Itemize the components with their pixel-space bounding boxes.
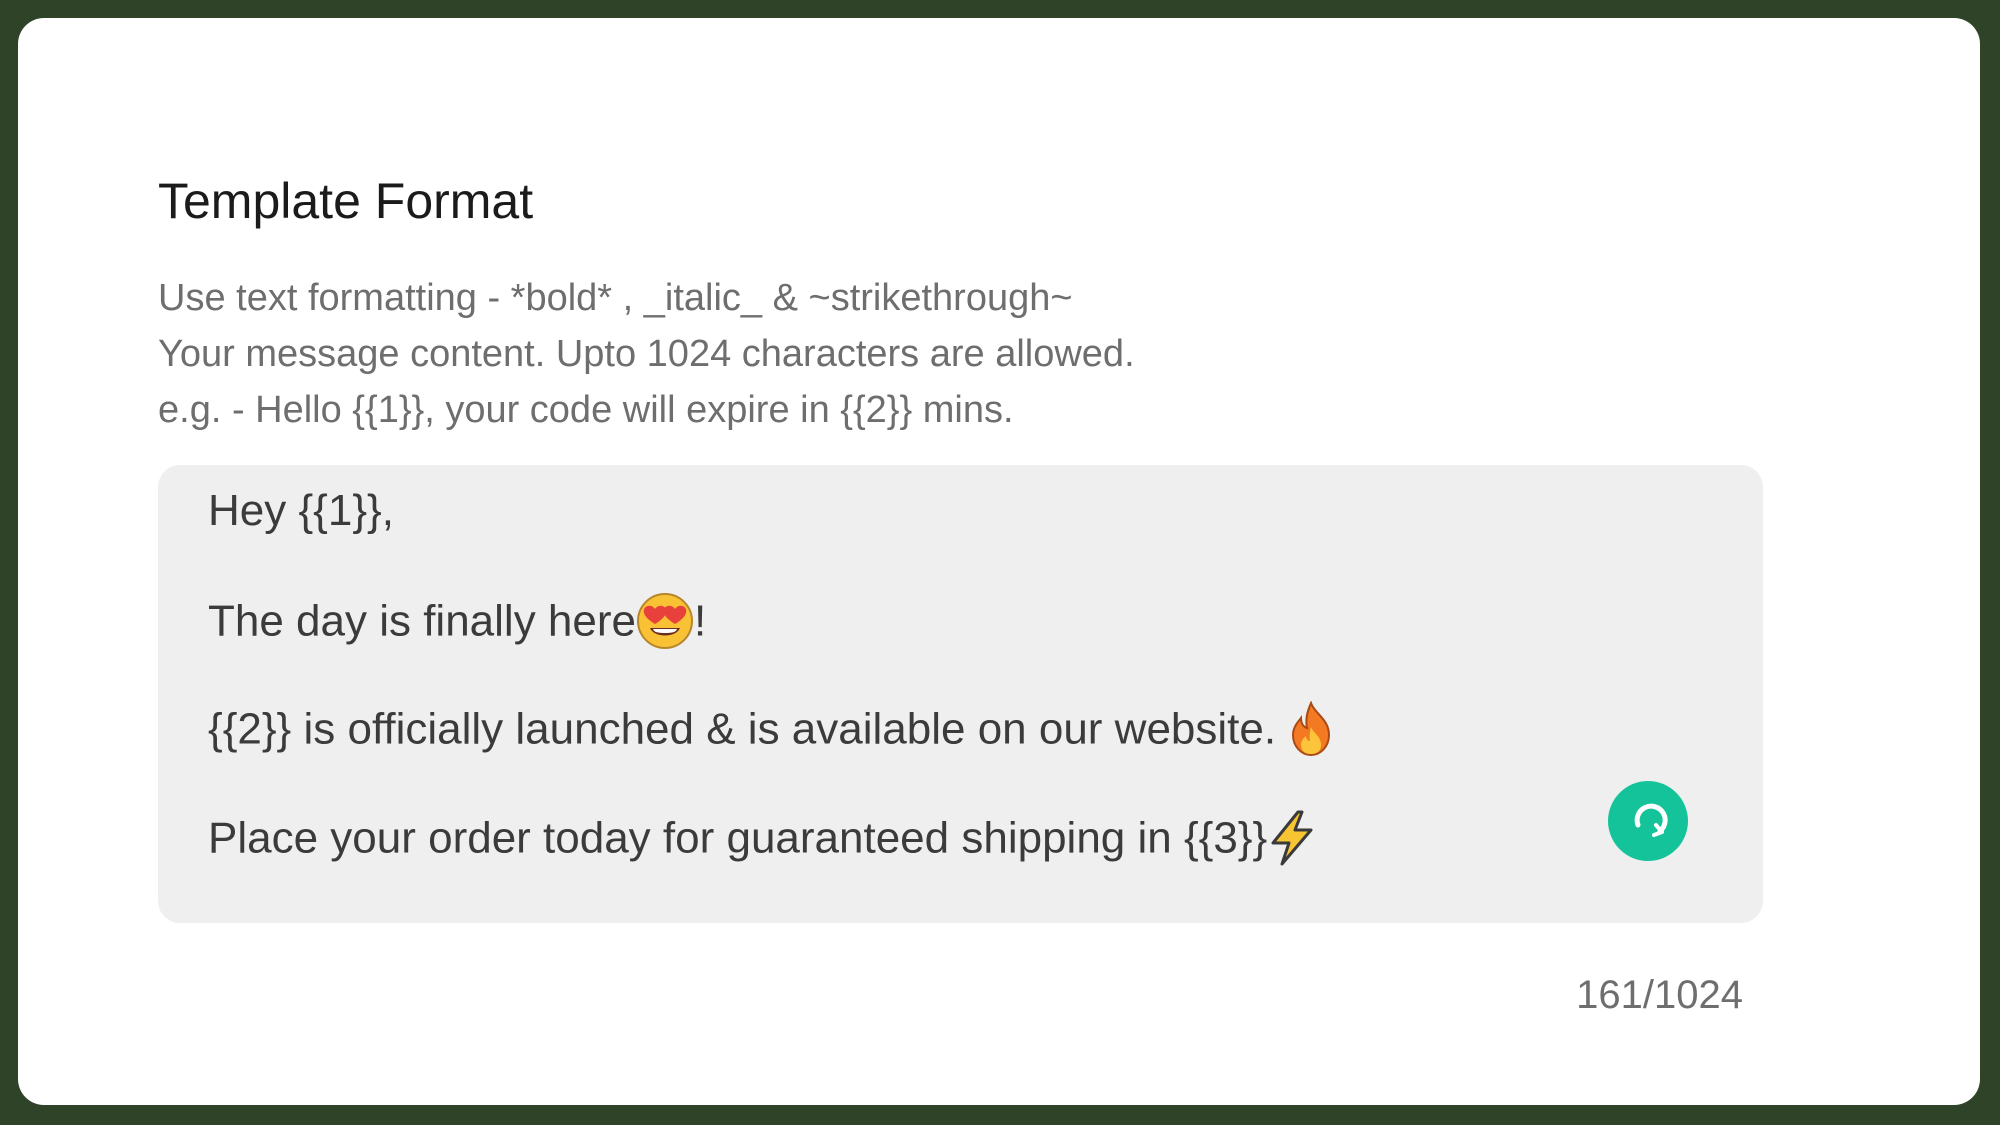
message-line: Place your order today for guaranteed sh… — [208, 810, 1334, 866]
character-limit-hint: Your message content. Upto 1024 characte… — [158, 333, 1135, 375]
template-card: Template Format Use text formatting - *b… — [18, 18, 1980, 1105]
help-text: Use text formatting - *bold* , _italic_ … — [158, 270, 1135, 438]
message-line-text: Hey {{1}}, — [208, 486, 394, 535]
example-hint: e.g. - Hello {{1}}, your code will expir… — [158, 389, 1014, 431]
message-content[interactable]: Hey {{1}}, The day is finally here! {{2}… — [208, 489, 1334, 866]
message-line-text: Place your order today for guaranteed sh… — [208, 813, 1268, 863]
message-line: Hey {{1}}, — [208, 489, 1334, 533]
message-line-text: {{2}} is officially launched & is availa… — [208, 704, 1289, 754]
message-line-suffix: ! — [694, 596, 707, 646]
message-line: The day is finally here! — [208, 593, 1334, 649]
message-line-text: The day is finally here — [208, 596, 636, 646]
message-line: {{2}} is officially launched & is availa… — [208, 701, 1334, 757]
lightning-emoji-icon — [1267, 810, 1317, 866]
character-counter: 161/1024 — [1576, 973, 1743, 1017]
section-title: Template Format — [158, 173, 534, 229]
formatting-hint: Use text formatting - *bold* , _italic_ … — [158, 277, 1073, 319]
grammar-assistant-icon — [1608, 781, 1688, 861]
heart-eyes-emoji-icon — [636, 593, 694, 650]
fire-emoji-icon — [1288, 701, 1334, 757]
grammar-assistant-button[interactable] — [1608, 781, 1688, 861]
message-editor[interactable]: Hey {{1}}, The day is finally here! {{2}… — [158, 465, 1763, 923]
